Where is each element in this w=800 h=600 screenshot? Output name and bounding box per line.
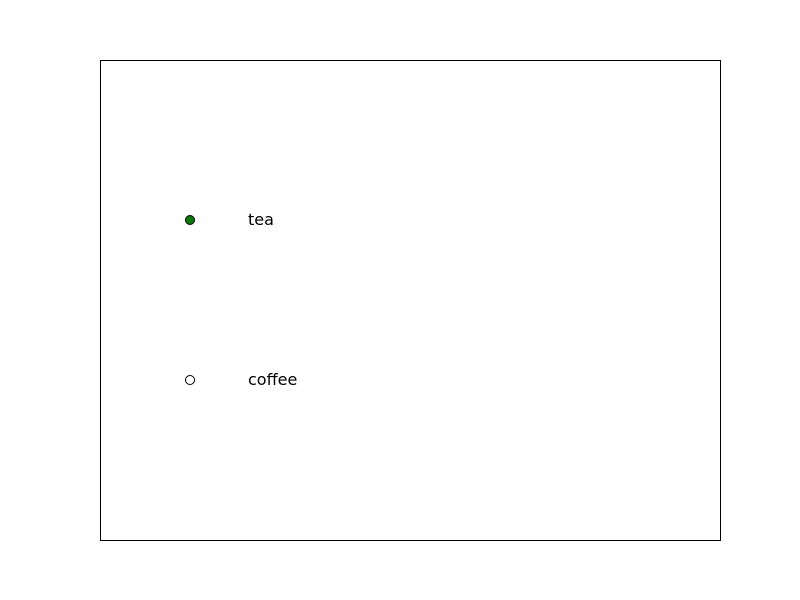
app-window: tea coffee xyxy=(0,0,800,600)
radio-label-coffee[interactable]: coffee xyxy=(248,368,297,392)
radio-label-tea[interactable]: tea xyxy=(248,208,274,232)
radio-button-tea[interactable] xyxy=(185,215,195,225)
radio-option-coffee[interactable]: coffee xyxy=(185,368,297,392)
radio-option-tea[interactable]: tea xyxy=(185,208,274,232)
radio-button-panel: tea coffee xyxy=(100,60,721,541)
radio-button-coffee[interactable] xyxy=(185,375,195,385)
